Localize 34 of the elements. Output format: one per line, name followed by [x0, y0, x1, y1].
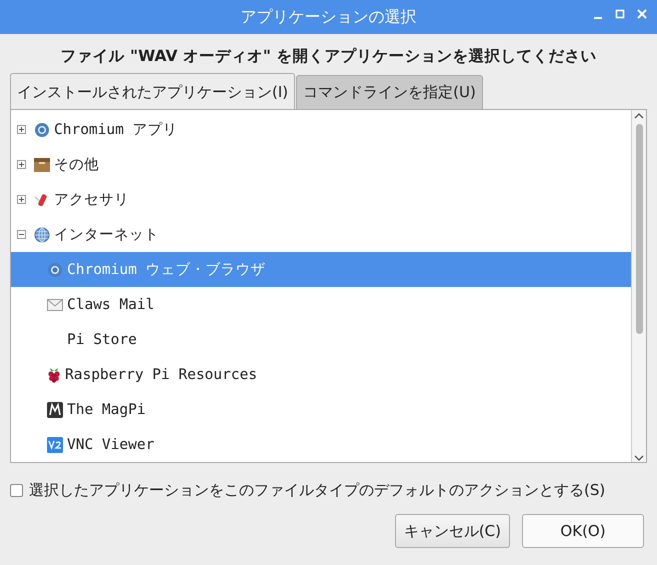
magazine-icon — [47, 402, 63, 418]
scrollbar[interactable] — [631, 110, 646, 462]
close-icon[interactable] — [637, 8, 647, 20]
tree-item[interactable]: インターネット — [11, 217, 631, 252]
globe-icon — [34, 226, 50, 242]
window-title: アプリケーションの選択 — [240, 6, 416, 28]
collapse-icon[interactable] — [17, 230, 26, 239]
envelope-icon — [47, 298, 63, 310]
browser-icon — [34, 122, 50, 138]
expand-icon[interactable] — [17, 160, 26, 169]
expand-icon[interactable] — [17, 195, 26, 204]
scroll-down-icon[interactable] — [634, 454, 644, 462]
tree-item[interactable]: Raspberry Pi Resources — [11, 357, 631, 392]
tab[interactable]: コマンドラインを指定(U) — [296, 75, 483, 109]
tree-item[interactable]: Pi Store — [11, 322, 631, 357]
tree-item[interactable]: The MagPi — [11, 392, 631, 427]
dialog-heading: ファイル "WAV オーディオ" を開くアプリケーションを選択してください — [60, 46, 598, 67]
checkbox-label[interactable]: 選択したアプリケーションをこのファイルタイプのデフォルトのアクションとする(S) — [29, 481, 606, 500]
tab[interactable]: インストールされたアプリケーション(I) — [10, 73, 296, 109]
scroll-up-icon[interactable] — [634, 112, 644, 120]
checkbox[interactable] — [10, 484, 23, 497]
box-icon — [34, 158, 50, 172]
tree-item[interactable]: その他 — [11, 147, 631, 182]
ok-button[interactable]: OK(O) — [522, 514, 644, 548]
vnc-icon — [47, 436, 63, 452]
cancel-button[interactable]: キャンセル(C) — [394, 514, 510, 548]
tree-item[interactable]: VNC Viewer — [11, 427, 631, 462]
browser-icon — [47, 262, 63, 278]
tree-item[interactable]: アクセサリ — [11, 182, 631, 217]
tree-item[interactable]: Claws Mail — [11, 287, 631, 322]
tree-item[interactable]: Chromium アプリ — [11, 112, 631, 147]
raspberry-icon — [47, 366, 61, 382]
expand-icon[interactable] — [17, 125, 26, 134]
maximize-icon[interactable] — [615, 8, 625, 20]
